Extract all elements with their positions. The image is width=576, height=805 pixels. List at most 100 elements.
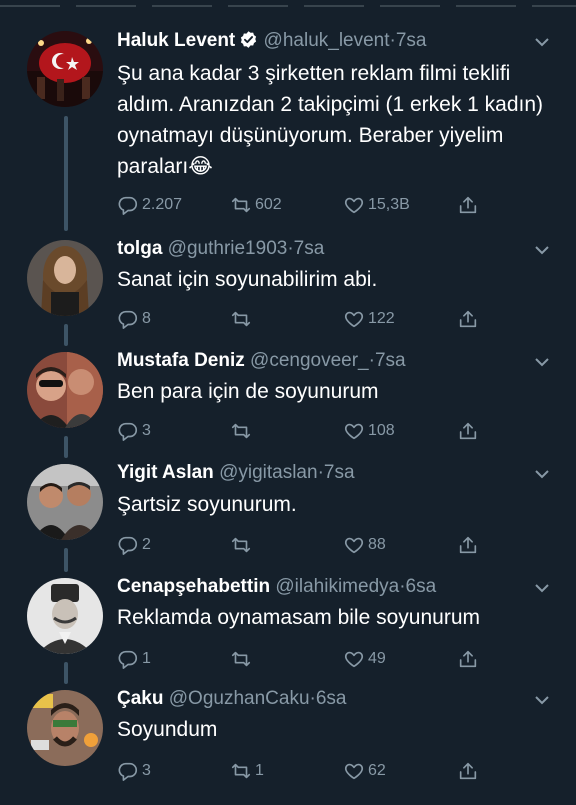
share-icon bbox=[459, 650, 477, 668]
reply-button[interactable]: 1 bbox=[117, 646, 151, 672]
thread-line bbox=[64, 436, 68, 458]
reply-button[interactable]: 2 bbox=[117, 532, 151, 558]
timestamp[interactable]: 6sa bbox=[316, 688, 347, 709]
user-handle[interactable]: @haluk_levent bbox=[264, 30, 390, 51]
display-name[interactable]: Mustafa Deniz bbox=[117, 350, 245, 371]
user-handle[interactable]: @ilahikimedya bbox=[275, 576, 399, 597]
chevron-down-icon[interactable] bbox=[532, 240, 552, 260]
chevron-down-icon[interactable] bbox=[532, 32, 552, 52]
tweet-yigit-aslan[interactable]: Yigit Aslan @yigitaslan·7sa Şartsiz soyu… bbox=[0, 460, 576, 572]
heart-icon bbox=[344, 311, 364, 328]
timestamp[interactable]: 6sa bbox=[406, 576, 437, 597]
retweet-button[interactable] bbox=[230, 418, 255, 444]
retweet-count: 602 bbox=[255, 196, 282, 213]
reply-icon bbox=[118, 536, 138, 555]
tweet-text: Şartsiz soyunurum. bbox=[117, 493, 297, 516]
like-count: 108 bbox=[368, 422, 395, 439]
tweet-actions: 3 108 bbox=[117, 418, 497, 444]
share-icon bbox=[459, 196, 477, 214]
reply-count: 3 bbox=[142, 422, 151, 439]
reply-count: 1 bbox=[142, 650, 151, 667]
like-button[interactable]: 62 bbox=[343, 758, 386, 784]
tweet-haluk-levent[interactable]: Haluk Levent @haluk_levent·7sa Şu ana ka… bbox=[0, 28, 576, 231]
avatar[interactable] bbox=[27, 240, 103, 316]
retweet-icon bbox=[231, 423, 251, 439]
thread-line bbox=[64, 116, 68, 231]
user-handle[interactable]: @yigitaslan bbox=[219, 462, 318, 483]
retweet-button[interactable] bbox=[230, 532, 255, 558]
user-handle[interactable]: @cengoveer_ bbox=[250, 350, 369, 371]
avatar[interactable] bbox=[27, 31, 103, 107]
timestamp[interactable]: 7sa bbox=[294, 238, 325, 259]
display-name[interactable]: tolga bbox=[117, 238, 162, 259]
share-icon bbox=[459, 422, 477, 440]
like-button[interactable]: 49 bbox=[343, 646, 386, 672]
tweet-header: Mustafa Deniz @cengoveer_·7sa bbox=[117, 348, 536, 374]
reply-count: 8 bbox=[142, 310, 151, 327]
tweet-caku[interactable]: Çaku @OguzhanCaku·6sa Soyundum 3 1 62 bbox=[0, 686, 576, 798]
share-icon bbox=[459, 762, 477, 780]
heart-icon bbox=[344, 197, 364, 214]
retweet-icon bbox=[231, 763, 251, 779]
reply-count: 3 bbox=[142, 762, 151, 779]
timestamp[interactable]: 7sa bbox=[375, 350, 406, 371]
avatar[interactable] bbox=[27, 690, 103, 766]
tweet-text: Sanat için soyunabilirim abi. bbox=[117, 268, 378, 291]
share-button[interactable] bbox=[457, 532, 479, 558]
reply-icon bbox=[118, 762, 138, 781]
like-button[interactable]: 15,3B bbox=[343, 192, 410, 218]
avatar[interactable] bbox=[27, 352, 103, 428]
thread-line bbox=[64, 662, 68, 684]
thread-line bbox=[64, 324, 68, 346]
share-button[interactable] bbox=[457, 646, 479, 672]
chevron-down-icon[interactable] bbox=[532, 464, 552, 484]
timestamp[interactable]: 7sa bbox=[324, 462, 355, 483]
display-name[interactable]: Cenapşehabettin bbox=[117, 576, 270, 597]
tweet-header: Yigit Aslan @yigitaslan·7sa bbox=[117, 460, 536, 486]
like-count: 88 bbox=[368, 536, 386, 553]
reply-button[interactable]: 2.207 bbox=[117, 192, 182, 218]
like-button[interactable]: 88 bbox=[343, 532, 386, 558]
retweet-button[interactable] bbox=[230, 306, 255, 332]
user-handle[interactable]: @guthrie1903 bbox=[168, 238, 288, 259]
share-icon bbox=[459, 536, 477, 554]
chevron-down-icon[interactable] bbox=[532, 690, 552, 710]
retweet-button[interactable]: 1 bbox=[230, 758, 264, 784]
avatar[interactable] bbox=[27, 578, 103, 654]
share-button[interactable] bbox=[457, 418, 479, 444]
tweet-header: Cenapşehabettin @ilahikimedya·6sa bbox=[117, 574, 536, 600]
display-name[interactable]: Yigit Aslan bbox=[117, 462, 214, 483]
retweet-icon bbox=[231, 651, 251, 667]
reply-button[interactable]: 3 bbox=[117, 758, 151, 784]
tweet-actions: 2.207 602 15,3B bbox=[117, 192, 497, 218]
share-button[interactable] bbox=[457, 306, 479, 332]
display-name[interactable]: Çaku bbox=[117, 688, 163, 709]
like-button[interactable]: 108 bbox=[343, 418, 395, 444]
tweet-mustafa-deniz[interactable]: Mustafa Deniz @cengoveer_·7sa Ben para i… bbox=[0, 348, 576, 458]
retweet-count: 1 bbox=[255, 762, 264, 779]
tweet-tolga[interactable]: tolga @guthrie1903·7sa Sanat için soyuna… bbox=[0, 236, 576, 346]
share-button[interactable] bbox=[457, 758, 479, 784]
tweet-actions: 8 122 bbox=[117, 306, 497, 332]
chevron-down-icon[interactable] bbox=[532, 352, 552, 372]
share-icon bbox=[459, 310, 477, 328]
retweet-button[interactable] bbox=[230, 646, 255, 672]
like-button[interactable]: 122 bbox=[343, 306, 395, 332]
timestamp[interactable]: 7sa bbox=[396, 30, 427, 51]
avatar[interactable] bbox=[27, 464, 103, 540]
tweet-actions: 2 88 bbox=[117, 532, 497, 558]
chevron-down-icon[interactable] bbox=[532, 578, 552, 598]
reply-count: 2.207 bbox=[142, 196, 183, 213]
reply-button[interactable]: 3 bbox=[117, 418, 151, 444]
tweet-text: Ben para için de soyunurum bbox=[117, 380, 379, 403]
user-handle[interactable]: @OguzhanCaku bbox=[169, 688, 310, 709]
tweet-cenapsehabettin[interactable]: Cenapşehabettin @ilahikimedya·6sa Reklam… bbox=[0, 574, 576, 684]
like-count: 62 bbox=[368, 762, 386, 779]
retweet-button[interactable]: 602 bbox=[230, 192, 282, 218]
share-button[interactable] bbox=[457, 192, 479, 218]
reply-button[interactable]: 8 bbox=[117, 306, 151, 332]
like-count: 15,3B bbox=[368, 196, 410, 213]
retweet-icon bbox=[231, 311, 251, 327]
display-name[interactable]: Haluk Levent bbox=[117, 30, 235, 51]
tweet-text: Reklamda oynamasam bile soyunurum bbox=[117, 606, 480, 629]
